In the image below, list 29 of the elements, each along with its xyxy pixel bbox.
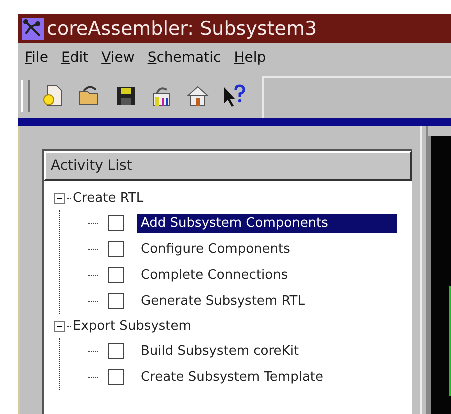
tree-item[interactable]: Create Subsystem Template	[137, 368, 397, 386]
checkbox[interactable]	[108, 241, 124, 257]
menu-item[interactable]: Schematic	[148, 50, 222, 66]
checkbox[interactable]	[108, 343, 124, 359]
tree-item[interactable]: Complete Connections	[137, 266, 397, 284]
window-title: coreAssembler: Subsystem3	[47, 18, 318, 40]
collapse-toggle[interactable]	[54, 320, 65, 332]
collapse-toggle[interactable]	[54, 192, 65, 204]
tree-item[interactable]: Build Subsystem coreKit	[137, 342, 397, 360]
menu-item[interactable]: Edit	[61, 50, 89, 66]
menu-item[interactable]: Help	[234, 50, 266, 66]
menu-item[interactable]: View	[102, 50, 135, 66]
checkbox[interactable]	[108, 215, 124, 231]
tree-item[interactable]: Create RTL	[73, 190, 144, 206]
tree-item[interactable]: Generate Subsystem RTL	[137, 292, 397, 310]
checkbox[interactable]	[108, 267, 124, 283]
checkbox[interactable]	[108, 369, 124, 385]
tree-item[interactable]: Configure Components	[137, 240, 397, 258]
tree-item[interactable]: Add Subsystem Components	[137, 214, 397, 232]
app-icon	[22, 18, 44, 40]
toolbar-grip[interactable]	[21, 80, 30, 112]
menu-item[interactable]: File	[25, 50, 48, 66]
checkbox[interactable]	[108, 293, 124, 309]
splitter-handle[interactable]	[420, 126, 428, 414]
save-icon[interactable]	[114, 84, 138, 108]
help-pointer-icon[interactable]	[222, 84, 246, 108]
home-icon[interactable]	[186, 84, 210, 108]
tree-item[interactable]: Export Subsystem	[73, 318, 192, 334]
list-header: Activity List	[44, 151, 412, 181]
